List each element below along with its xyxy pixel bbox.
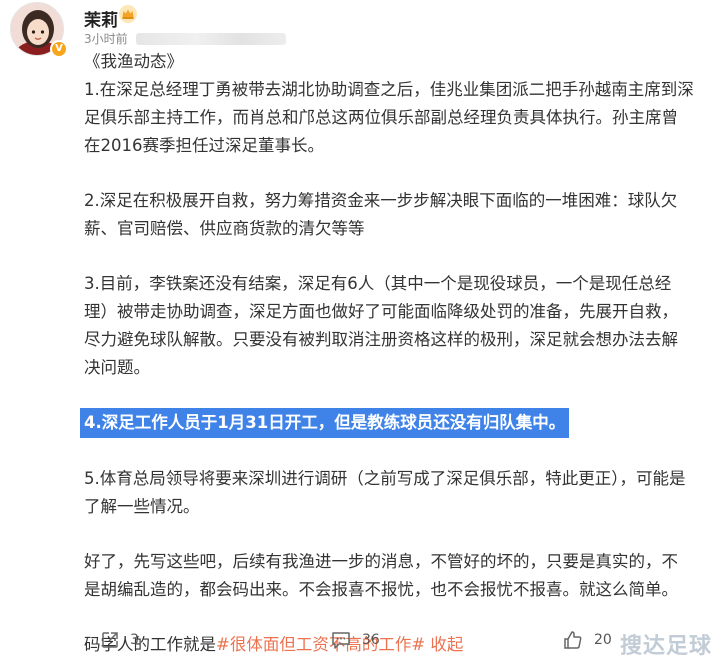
repost-button[interactable]: 3	[100, 630, 139, 650]
username[interactable]: 茉莉	[84, 6, 118, 31]
like-button[interactable]: 20	[562, 630, 612, 650]
blurred-source	[135, 32, 286, 45]
thumbs-up-icon	[564, 631, 582, 649]
comment-bubble-icon	[332, 632, 350, 649]
watermark: 搜达足球	[620, 634, 713, 659]
paragraph-1: 1.在深足总经理丁勇被带去湖北协助调查之后，佳兆业集团派二把手孙越南主席到深足俱…	[84, 80, 694, 155]
paragraph-2: 2.深足在积极展开自救，努力筹措资金来一步步解决眼下面临的一堆困难：球队欠薪、官…	[84, 191, 678, 238]
paragraph-4: 4.深足工作人员于1月31日开工，但是教练球员还没有归队集中。	[80, 408, 570, 438]
avatar[interactable]: V	[10, 2, 68, 58]
highlighted-paragraph: 4.深足工作人员于1月31日开工，但是教练球员还没有归队集中。	[80, 408, 694, 438]
repost-count: 3	[130, 632, 139, 648]
like-count: 20	[594, 632, 612, 648]
comment-button[interactable]: 36	[330, 630, 380, 650]
post-meta: 3小时前	[84, 30, 286, 47]
post-title: 《我渔动态》	[84, 52, 183, 71]
comment-count: 36	[362, 632, 380, 648]
action-bar: 3 36 20	[0, 618, 720, 665]
paragraph-6: 好了，先写这些吧，后续有我渔进一步的消息，不管好的坏的，只要是真实的，不是胡编乱…	[84, 552, 678, 599]
paragraph-3: 3.目前，李铁案还没有结案，深足有6人（其中一个是现役球员，一个是现任总经理）被…	[84, 274, 678, 377]
post-content: 《我渔动态》 1.在深足总经理丁勇被带去湖北协助调查之后，佳兆业集团派二把手孙越…	[80, 48, 694, 659]
post-time[interactable]: 3小时前	[84, 30, 128, 47]
crown-icon	[118, 4, 138, 24]
paragraph-5: 5.体育总局领导将要来深圳进行调研（之前写成了深足俱乐部，特此更正），可能是了解…	[84, 469, 686, 516]
vip-badge: V	[50, 40, 68, 58]
share-out-icon	[102, 632, 118, 648]
